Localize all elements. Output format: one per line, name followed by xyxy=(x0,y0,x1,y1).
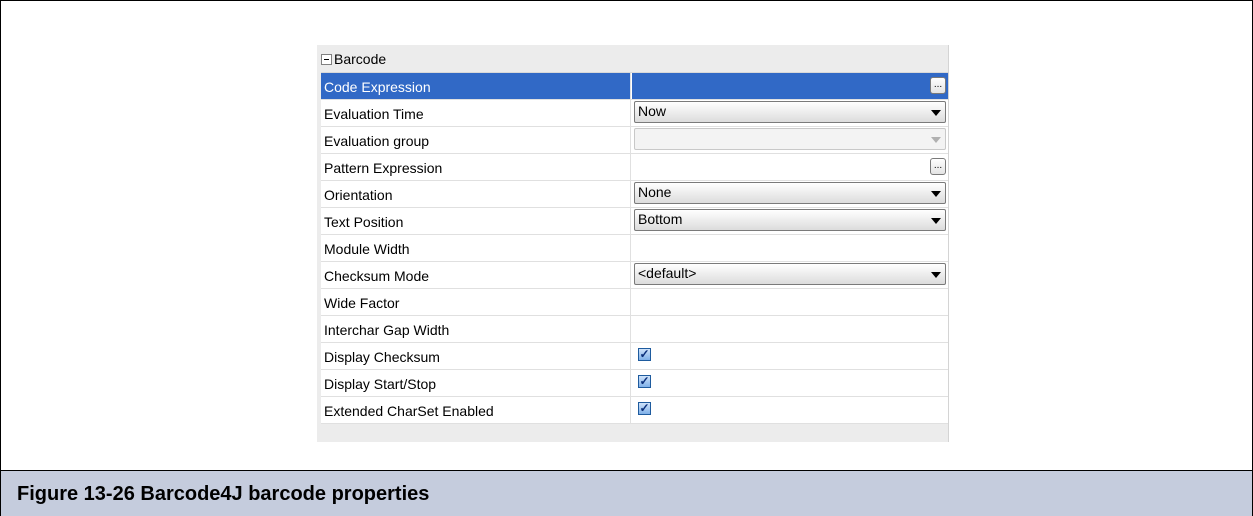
property-value[interactable] xyxy=(632,127,948,153)
property-row[interactable]: Wide Factor xyxy=(321,289,948,316)
property-name: Pattern Expression xyxy=(321,154,631,180)
property-row[interactable]: Text Position Bottom xyxy=(321,208,948,235)
dropdown-value: Bottom xyxy=(638,211,683,227)
chevron-down-icon xyxy=(931,272,941,278)
chevron-down-icon xyxy=(931,218,941,224)
property-name: Extended CharSet Enabled xyxy=(321,397,631,423)
dropdown-select[interactable]: Bottom xyxy=(634,209,946,231)
collapse-icon[interactable] xyxy=(321,54,332,65)
property-name: Code Expression xyxy=(321,73,631,99)
property-name: Evaluation group xyxy=(321,127,631,153)
ellipsis-button[interactable]: ... xyxy=(930,158,946,175)
property-row[interactable]: Extended CharSet Enabled ✓ xyxy=(321,397,948,424)
property-row[interactable]: Evaluation group xyxy=(321,127,948,154)
dropdown-value: None xyxy=(638,184,672,200)
checkbox[interactable]: ✓ xyxy=(638,348,651,361)
property-value[interactable]: ✓ xyxy=(632,397,948,423)
property-name: Checksum Mode xyxy=(321,262,631,288)
property-value[interactable]: ... xyxy=(632,73,948,99)
dropdown-select[interactable]: <default> xyxy=(634,263,946,285)
property-value[interactable]: Now xyxy=(632,100,948,126)
property-value[interactable] xyxy=(632,289,948,315)
property-value[interactable] xyxy=(632,316,948,342)
property-name: Wide Factor xyxy=(321,289,631,315)
property-name: Display Start/Stop xyxy=(321,370,631,396)
chevron-down-icon xyxy=(931,137,941,143)
property-row[interactable]: Display Start/Stop ✓ xyxy=(321,370,948,397)
property-name: Text Position xyxy=(321,208,631,234)
property-row[interactable]: Code Expression... xyxy=(321,73,948,100)
group-label: Barcode xyxy=(334,51,387,67)
property-row[interactable]: Checksum Mode <default> xyxy=(321,262,948,289)
ellipsis-button[interactable]: ... xyxy=(930,77,946,94)
checkbox[interactable]: ✓ xyxy=(638,375,651,388)
property-value[interactable]: ✓ xyxy=(632,343,948,369)
figure-caption: Figure 13-26 Barcode4J barcode propertie… xyxy=(17,483,430,505)
property-name: Evaluation Time xyxy=(321,100,631,126)
property-value[interactable]: ✓ xyxy=(632,370,948,396)
property-row[interactable]: Module Width xyxy=(321,235,948,262)
property-row[interactable]: Evaluation Time Now xyxy=(321,100,948,127)
property-row[interactable]: Orientation None xyxy=(321,181,948,208)
dropdown-select[interactable]: Now xyxy=(634,101,946,123)
property-value[interactable]: Bottom xyxy=(632,208,948,234)
dropdown-value: <default> xyxy=(638,265,697,281)
checkbox[interactable]: ✓ xyxy=(638,402,651,415)
dropdown-select xyxy=(634,128,946,150)
group-header-barcode[interactable]: Barcode xyxy=(317,51,948,71)
property-row[interactable]: Display Checksum ✓ xyxy=(321,343,948,370)
property-name: Module Width xyxy=(321,235,631,261)
property-name: Interchar Gap Width xyxy=(321,316,631,342)
chevron-down-icon xyxy=(931,191,941,197)
property-value[interactable]: ... xyxy=(632,154,948,180)
property-row[interactable]: Interchar Gap Width xyxy=(321,316,948,343)
properties-panel: Barcode Code Expression... Evaluation Tim… xyxy=(317,45,949,442)
property-grid: Code Expression... Evaluation Time Now Eval… xyxy=(321,72,948,424)
dropdown-value: Now xyxy=(638,103,667,119)
property-value[interactable]: None xyxy=(632,181,948,207)
chevron-down-icon xyxy=(931,110,941,116)
property-name: Orientation xyxy=(321,181,631,207)
property-name: Display Checksum xyxy=(321,343,631,369)
property-value[interactable] xyxy=(632,235,948,261)
figure-caption-bar: Figure 13-26 Barcode4J barcode propertie… xyxy=(1,470,1252,516)
dropdown-select[interactable]: None xyxy=(634,182,946,204)
figure-frame: Barcode Code Expression... Evaluation Tim… xyxy=(0,0,1253,516)
property-row[interactable]: Pattern Expression... xyxy=(321,154,948,181)
property-value[interactable]: <default> xyxy=(632,262,948,288)
